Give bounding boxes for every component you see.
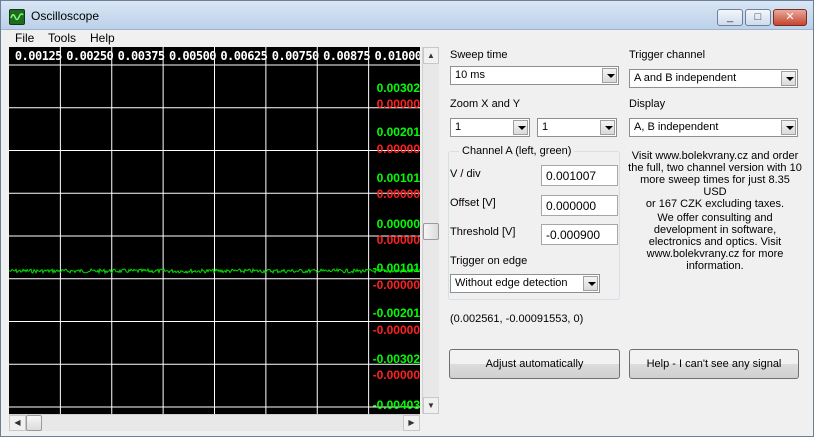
window-title: Oscilloscope xyxy=(31,9,100,23)
adjust-automatically-button[interactable]: Adjust automatically xyxy=(449,349,620,379)
zoom-y-value: 1 xyxy=(542,121,549,133)
y-axis-label-red: 0.00000 xyxy=(376,187,420,201)
chevron-down-icon[interactable] xyxy=(583,276,598,291)
trigger-edge-value: Without edge detection xyxy=(455,277,568,289)
display-label: Display xyxy=(629,98,666,110)
zoom-x-value: 1 xyxy=(455,121,462,133)
y-axis-label-green: -0.00302 xyxy=(372,352,420,366)
y-axis-label-green: -0.00101 xyxy=(372,261,420,275)
scroll-down-arrow-icon[interactable]: ▼ xyxy=(423,397,439,414)
promo-line: or 167 CZK excluding taxes. xyxy=(645,198,785,210)
title-bar[interactable]: Oscilloscope _ □ ✕ xyxy=(1,1,813,30)
chevron-down-icon[interactable] xyxy=(781,120,796,135)
chevron-down-icon[interactable] xyxy=(602,68,617,83)
menu-help[interactable]: Help xyxy=(90,31,115,45)
trigger-channel-select[interactable]: A and B independent xyxy=(629,69,798,88)
oscilloscope-window: Oscilloscope _ □ ✕ File Tools Help 0.001… xyxy=(0,0,814,437)
offset-input[interactable]: 0.000000 xyxy=(541,195,618,216)
consulting-text: We offer consulting and development in s… xyxy=(627,212,803,272)
y-axis-label-green: 0.00201 xyxy=(376,125,420,139)
scope-grid-and-trace xyxy=(9,47,420,414)
display-value: A, B independent xyxy=(634,121,719,133)
horizontal-scroll-thumb[interactable] xyxy=(26,415,42,431)
chevron-down-icon[interactable] xyxy=(600,120,615,135)
threshold-label: Threshold [V] xyxy=(450,226,516,238)
offset-vertical-scrollbar[interactable]: ▲ ▼ xyxy=(422,47,439,414)
trigger-channel-value: A and B independent xyxy=(634,72,737,84)
trigger-channel-label: Trigger channel xyxy=(629,49,706,61)
chevron-down-icon[interactable] xyxy=(513,120,528,135)
minimize-button[interactable]: _ xyxy=(717,9,743,26)
maximize-button[interactable]: □ xyxy=(745,9,771,26)
close-button[interactable]: ✕ xyxy=(773,9,807,26)
y-axis-label-green: -0.00201 xyxy=(372,306,420,320)
vdiv-label: V / div xyxy=(450,168,481,180)
close-icon: ✕ xyxy=(785,11,795,23)
y-axis-label-red: -0.00000 xyxy=(372,323,420,337)
y-axis-label-red: -0.00000 xyxy=(372,278,420,292)
y-axis-label-red: 0.00000 xyxy=(376,97,420,111)
promo-line: the full, two channel version with 10 xyxy=(628,162,802,174)
chevron-down-icon[interactable] xyxy=(781,71,796,86)
promo-text: Visit www.bolekvrany.cz and order the fu… xyxy=(627,150,803,210)
menu-file[interactable]: File xyxy=(15,31,34,45)
x-axis-label: 0.01000 xyxy=(374,49,420,63)
offset-label: Offset [V] xyxy=(450,197,496,209)
maximize-icon: □ xyxy=(754,11,762,23)
scroll-up-arrow-icon[interactable]: ▲ xyxy=(423,47,439,64)
vertical-scroll-thumb[interactable] xyxy=(423,223,439,240)
menu-bar: File Tools Help xyxy=(1,30,813,47)
sweep-time-label: Sweep time xyxy=(450,49,508,61)
consult-line: information. xyxy=(686,260,744,272)
consult-line: We offer consulting and xyxy=(657,212,773,224)
display-select[interactable]: A, B independent xyxy=(629,118,798,137)
oscilloscope-app-icon xyxy=(9,9,25,25)
trigger-edge-select[interactable]: Without edge detection xyxy=(450,274,600,293)
consult-line: development in software, xyxy=(653,224,777,236)
promo-line: more sweep times for just 8.35 USD xyxy=(640,174,790,198)
scroll-right-arrow-icon[interactable]: ▶ xyxy=(403,415,420,431)
zoom-label: Zoom X and Y xyxy=(450,98,521,110)
channel-a-group-title: Channel A (left, green) xyxy=(459,145,575,157)
horizontal-scrollbar[interactable]: ◀ ▶ xyxy=(9,414,420,431)
consult-line: www.bolekvrany.cz for more xyxy=(646,248,784,260)
y-axis-label-green: -0.00403 xyxy=(372,398,420,412)
y-axis-label-red: 0.00000 xyxy=(376,142,420,156)
y-axis-label-red: -0.00000 xyxy=(372,368,420,382)
scroll-left-arrow-icon[interactable]: ◀ xyxy=(9,415,26,431)
y-axis-label-green: 0.00302 xyxy=(376,81,420,95)
zoom-y-select[interactable]: 1 xyxy=(537,118,617,137)
zoom-x-select[interactable]: 1 xyxy=(450,118,530,137)
minimize-icon: _ xyxy=(726,11,734,23)
trigger-edge-label: Trigger on edge xyxy=(450,255,528,267)
sweep-time-select[interactable]: 10 ms xyxy=(450,66,619,85)
threshold-input[interactable]: -0.000900 xyxy=(541,224,618,245)
oscilloscope-screen[interactable]: 0.00125 0.00250 0.00375 0.00500 0.00625 0.007… xyxy=(9,47,420,414)
vdiv-input[interactable]: 0.001007 xyxy=(541,165,618,186)
consult-line: electronics and optics. Visit xyxy=(648,236,782,248)
y-axis-label-green: 0.00101 xyxy=(376,171,420,185)
help-no-signal-button[interactable]: Help - I can't see any signal xyxy=(629,349,799,379)
sweep-time-value: 10 ms xyxy=(455,69,485,81)
menu-tools[interactable]: Tools xyxy=(48,31,76,45)
cursor-coordinates: (0.002561, -0.00091553, 0) xyxy=(450,313,584,325)
y-axis-label-green: 0.00000 xyxy=(376,217,420,231)
promo-line: Visit www.bolekvrany.cz and order xyxy=(631,150,799,162)
y-axis-label-red: 0.00000 xyxy=(376,233,420,247)
